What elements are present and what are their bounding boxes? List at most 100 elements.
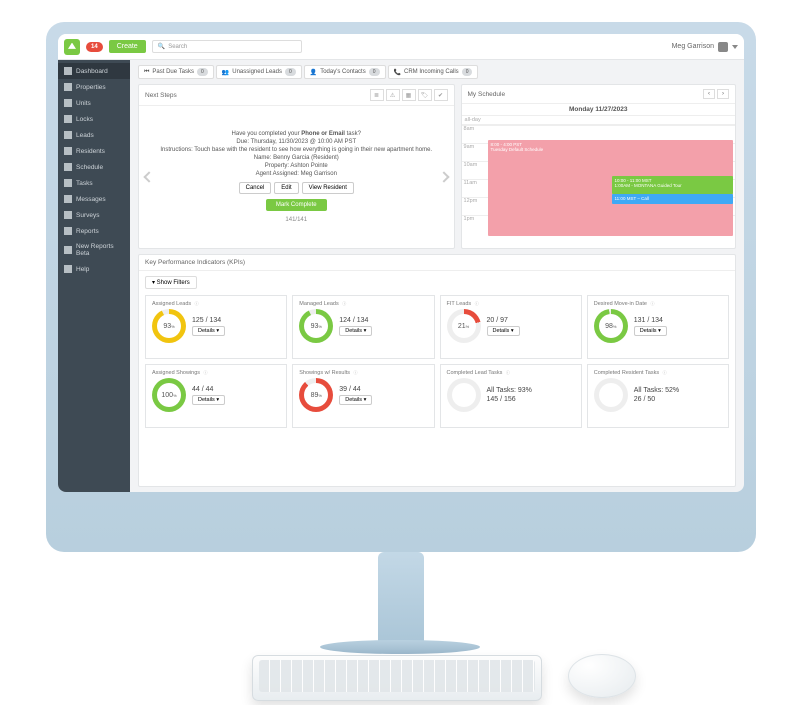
app-screen: 14 Create 🔍 Search Meg Garrison Dashboar… — [58, 34, 744, 492]
info-icon[interactable]: ⓘ — [475, 301, 479, 306]
info-icon[interactable]: ⓘ — [663, 370, 667, 375]
tool-tag-icon[interactable]: 🏷 — [418, 89, 432, 101]
tool-list-icon[interactable]: ≣ — [370, 89, 384, 101]
create-button[interactable]: Create — [109, 40, 146, 53]
search-input[interactable]: 🔍 Search — [152, 40, 302, 53]
filter-today-s-contacts[interactable]: 👤Today's Contacts0 — [304, 65, 386, 79]
schedule-date: Monday 11/27/2023 — [462, 104, 735, 116]
filter-past-due-tasks[interactable]: ⏮Past Due Tasks0 — [138, 65, 214, 79]
kpi-ratio: 131 / 134 — [634, 317, 663, 324]
sidebar-item-reports[interactable]: Reports — [58, 223, 130, 239]
sidebar-item-help[interactable]: Help — [58, 261, 130, 277]
kpi-ratio: 44 / 44 — [192, 386, 213, 393]
sidebar-item-messages[interactable]: Messages — [58, 191, 130, 207]
schedule-grid[interactable]: 8am9am10am11am12pm1pm8:00 - 4:00 PSTTues… — [462, 125, 735, 248]
filter-icon: 📞 — [394, 69, 401, 76]
kpi-card-completed-lead-tasks: Completed Lead Tasks ⓘAll Tasks: 93%145 … — [440, 364, 582, 428]
kpi-ratio: 124 / 134 — [339, 317, 368, 324]
panel-title: Next Steps — [145, 92, 177, 99]
info-icon[interactable]: ⓘ — [650, 301, 654, 306]
kpi-title: Assigned Showings ⓘ — [152, 370, 280, 376]
edit-button[interactable]: Edit — [274, 182, 298, 194]
info-icon[interactable]: ⓘ — [195, 301, 199, 306]
sidebar-label: New Reports Beta — [76, 243, 124, 257]
info-icon[interactable]: ⓘ — [342, 301, 346, 306]
units-icon — [64, 99, 72, 107]
kpi-title: Assigned Leads ⓘ — [152, 301, 280, 307]
sidebar-label: Residents — [76, 148, 105, 155]
search-placeholder: Search — [168, 44, 187, 50]
kpi-donut: 100% — [152, 378, 186, 412]
user-name: Meg Garrison — [672, 43, 714, 50]
kpi-details-button[interactable]: Details ▾ — [487, 326, 520, 336]
kpi-details-button[interactable]: Details ▾ — [192, 326, 225, 336]
task-agent: Agent Assigned: Meg Garrison — [256, 171, 337, 177]
info-icon[interactable]: ⓘ — [204, 370, 208, 375]
info-icon[interactable]: ⓘ — [506, 370, 510, 375]
tool-calendar-icon[interactable]: ▦ — [402, 89, 416, 101]
sidebar-item-properties[interactable]: Properties — [58, 79, 130, 95]
kpi-pct — [594, 378, 628, 412]
kpi-donut: 89% — [299, 378, 333, 412]
kpi-pct: 89% — [299, 378, 333, 412]
kpi-panel: Key Performance Indicators (KPIs) ▾ Show… — [138, 254, 736, 487]
kpi-title: Showings w/ Results ⓘ — [299, 370, 427, 376]
sidebar-item-leads[interactable]: Leads — [58, 127, 130, 143]
kpi-pct — [447, 378, 481, 412]
kpi-card-assigned-leads: Assigned Leads ⓘ93%125 / 134Details ▾ — [145, 295, 287, 359]
mouse — [568, 654, 636, 698]
filter-crm-incoming-calls[interactable]: 📞CRM Incoming Calls0 — [388, 65, 479, 79]
kpi-card-desired-move-in-date: Desired Move-in Date ⓘ98%131 / 134Detail… — [587, 295, 729, 359]
sidebar-label: Surveys — [76, 212, 99, 219]
prev-arrow-icon[interactable] — [143, 171, 154, 182]
imac-base — [320, 640, 480, 654]
schedule-prev-button[interactable]: ‹ — [703, 89, 715, 99]
calendar-icon — [64, 163, 72, 171]
sidebar-item-new-reports-beta[interactable]: New Reports Beta — [58, 239, 130, 261]
allday-label: all-day — [462, 116, 735, 125]
kpi-card-assigned-showings: Assigned Showings ⓘ 100% 44 / 44 Details ▾ — [145, 364, 287, 428]
filter-unassigned-leads[interactable]: 👥Unassigned Leads0 — [216, 65, 302, 79]
kpi-details-button[interactable]: Details ▾ — [634, 326, 667, 336]
kpi-donut: 93% — [152, 309, 186, 343]
kpi-details-button[interactable]: Details ▾ — [339, 395, 372, 405]
sidebar-item-schedule[interactable]: Schedule — [58, 159, 130, 175]
caret-down-icon — [732, 45, 738, 49]
view-resident-button[interactable]: View Resident — [302, 182, 354, 194]
cancel-button[interactable]: Cancel — [239, 182, 272, 194]
sidebar-item-dashboard[interactable]: Dashboard — [58, 63, 130, 79]
sidebar-label: Reports — [76, 228, 99, 235]
next-arrow-icon[interactable] — [438, 171, 449, 182]
kpi-pct: 21% — [447, 309, 481, 343]
info-icon[interactable]: ⓘ — [354, 370, 358, 375]
sidebar-item-tasks[interactable]: Tasks — [58, 175, 130, 191]
tool-warning-icon[interactable]: ⚠ — [386, 89, 400, 101]
app-logo-icon[interactable] — [64, 39, 80, 55]
search-icon: 🔍 — [158, 43, 165, 50]
leads-icon — [64, 131, 72, 139]
kpi-donut: 93% — [299, 309, 333, 343]
panel-title: My Schedule — [468, 91, 506, 98]
task-due: Due: Thursday, 11/30/2023 @ 10:00 AM PST — [236, 139, 356, 145]
sidebar-item-locks[interactable]: Locks — [58, 111, 130, 127]
sidebar-item-residents[interactable]: Residents — [58, 143, 130, 159]
sidebar: DashboardPropertiesUnitsLocksLeads Reside… — [58, 60, 130, 492]
show-filters-button[interactable]: ▾ Show Filters — [145, 276, 197, 289]
sidebar-item-surveys[interactable]: Surveys — [58, 207, 130, 223]
sidebar-item-units[interactable]: Units — [58, 95, 130, 111]
kpi-ratio: 20 / 97 — [487, 317, 508, 324]
mark-complete-button[interactable]: Mark Complete — [266, 199, 327, 211]
report-icon — [64, 227, 72, 235]
tool-check-icon[interactable]: ✔ — [434, 89, 448, 101]
notification-badge[interactable]: 14 — [86, 42, 103, 52]
kpi-details-button[interactable]: Details ▾ — [192, 395, 225, 405]
schedule-next-button[interactable]: › — [717, 89, 729, 99]
kpi-details-button[interactable]: Details ▾ — [339, 326, 372, 336]
schedule-event[interactable]: 10:00 - 11:00 MST1:00AM - MONTANA Guided… — [612, 176, 733, 194]
user-menu[interactable]: Meg Garrison — [672, 42, 738, 52]
filter-count: 0 — [197, 68, 208, 76]
kpi-pct: 93% — [152, 309, 186, 343]
report-icon — [64, 246, 72, 254]
schedule-event[interactable]: 11:00 MST – Call — [612, 194, 733, 204]
imac-stand — [378, 552, 424, 652]
